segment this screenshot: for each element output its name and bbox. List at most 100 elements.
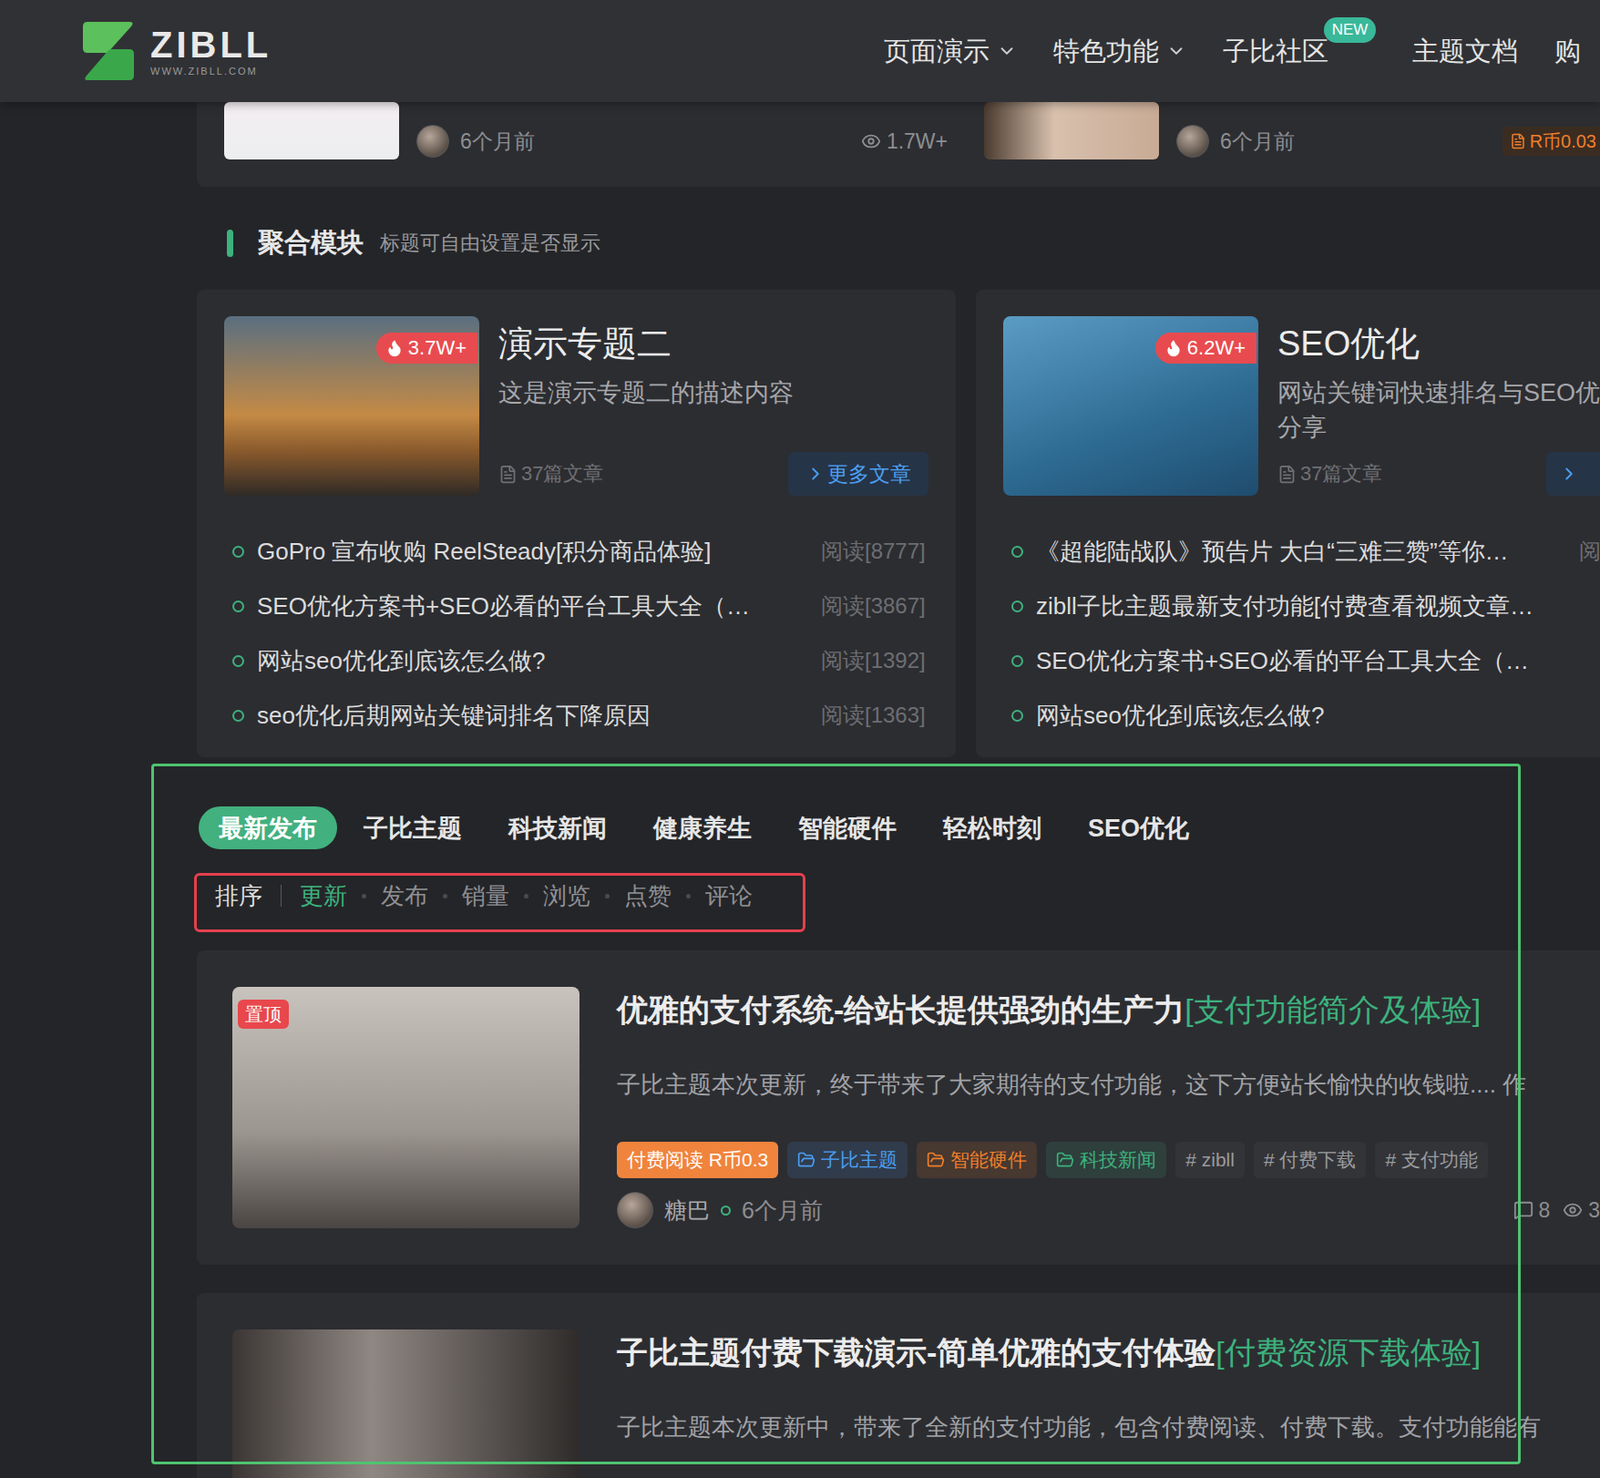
topic-row[interactable]: seo优化后期网站关键词排名下降原因阅读[1363] <box>224 687 929 743</box>
tag-row: 付费阅读 R币0.3子比主题智能硬件科技新闻# zibll# 付费下载# 支付功… <box>616 1141 1600 1179</box>
post-thumbnail[interactable] <box>224 102 400 160</box>
nav-item[interactable]: 页面演示 <box>883 34 1017 68</box>
row-title: SEO优化方案书+SEO必看的平台工具大全（… <box>256 590 811 623</box>
tab[interactable]: 子比主题 <box>343 806 483 850</box>
tag-tag[interactable]: # 付费下载 <box>1253 1141 1367 1179</box>
logo[interactable]: ZIBLL WWW.ZIBLL.COM <box>79 18 272 84</box>
logo-url: WWW.ZIBLL.COM <box>150 66 272 77</box>
topic-desc: 网站关键词快速排名与SEO优分享 <box>1277 375 1600 445</box>
tab-section: 最新发布子比主题科技新闻健康养生智能硬件轻松时刻SEO优化排序更新发布销量浏览点… <box>196 763 1600 1478</box>
post-strip: 6个月前1.7W+ 6个月前R币0.03 <box>196 102 1600 187</box>
post-cover[interactable]: 置顶 <box>232 986 580 1229</box>
separator <box>686 893 691 899</box>
title-bar <box>226 229 234 257</box>
post-cover[interactable] <box>232 1329 580 1478</box>
chevron-down-icon <box>1166 41 1187 62</box>
bullet <box>232 709 245 722</box>
strip-post[interactable]: 6个月前1.7W+ <box>224 102 948 187</box>
separator <box>523 893 529 899</box>
tab[interactable]: 智能硬件 <box>778 806 917 850</box>
page: ZIBLL WWW.ZIBLL.COM 页面演示 特色功能 子比社区NEW 主题文档 购 6个… <box>0 0 1600 1478</box>
sort-option[interactable]: 浏览 <box>543 880 591 913</box>
highlight-frame <box>151 763 1521 1465</box>
sticky-badge: 置顶 <box>237 999 289 1029</box>
sort-option[interactable]: 评论 <box>705 880 753 913</box>
post-time: 6个月前 <box>460 127 535 156</box>
tab[interactable]: 健康养生 <box>633 806 772 850</box>
row-title: 网站seo优化到底该怎么做? <box>256 645 811 677</box>
comment-icon <box>1513 1200 1534 1221</box>
tag-tag[interactable]: # 支付功能 <box>1374 1141 1488 1179</box>
nav: 页面演示 特色功能 子比社区NEW 主题文档 购 <box>883 34 1581 68</box>
topic-title[interactable]: 演示专题二 <box>498 322 929 365</box>
topic-title[interactable]: SEO优化 <box>1277 322 1600 365</box>
post-time: 6个月前 <box>1220 127 1295 156</box>
sort-option[interactable]: 销量 <box>461 880 510 913</box>
author-name[interactable]: 糖巴 <box>664 1195 710 1226</box>
view-count: 3.9W <box>1562 1198 1600 1223</box>
more-button[interactable]: 更多文章 <box>788 451 929 496</box>
read-count: 阅读[3867] <box>820 591 929 621</box>
topic-row[interactable]: zibll子比主题最新支付功能[付费查看视频文章… <box>1003 578 1600 634</box>
separator <box>442 893 448 899</box>
article-count: 37篇文章 <box>498 460 604 488</box>
topic-desc: 这是演示专题二的描述内容 <box>498 375 929 411</box>
nav-item[interactable]: 购 <box>1554 34 1581 68</box>
sort-option[interactable]: 更新 <box>299 880 348 913</box>
category-tag[interactable]: 科技新闻 <box>1046 1141 1167 1179</box>
row-title: 网站seo优化到底该怎么做? <box>1035 699 1600 732</box>
price-tag[interactable]: 付费阅读 R币0.3 <box>616 1141 779 1179</box>
topic-cover[interactable]: 3.7W+ <box>224 316 480 496</box>
avatar[interactable] <box>1176 124 1210 158</box>
section-subtitle: 标题可自由设置是否显示 <box>379 229 601 257</box>
category-tag[interactable]: 子比主题 <box>787 1141 908 1179</box>
post-meta: 糖巴6个月前83.9W <box>616 1191 1600 1229</box>
post-card: 子比主题付费下载演示-简单优雅的支付体验[付费资源下载体验] 子比主题本次更新中，… <box>196 1292 1600 1478</box>
bullet <box>1011 545 1024 558</box>
nav-item[interactable]: 特色功能 <box>1053 34 1187 68</box>
document-icon <box>1277 464 1297 484</box>
nav-item[interactable]: 子比社区NEW <box>1222 34 1376 68</box>
flame-icon <box>385 338 404 358</box>
topic-row[interactable]: 《超能陆战队》预告片 大白“三难三赞”等你…阅 <box>1003 523 1600 579</box>
logo-name: ZIBLL <box>150 26 272 63</box>
nav-item[interactable]: 主题文档 <box>1412 34 1518 68</box>
category-tag[interactable]: 智能硬件 <box>916 1141 1037 1179</box>
sort-option[interactable]: 发布 <box>380 880 429 913</box>
topic-row[interactable]: GoPro 宣布收购 ReelSteady[积分商品体验] 阅读[8777] <box>224 523 929 579</box>
eye-icon <box>861 131 882 152</box>
sort-option[interactable]: 点赞 <box>624 880 672 913</box>
tab[interactable]: 轻松时刻 <box>923 806 1062 850</box>
more-button[interactable] <box>1546 451 1600 496</box>
bullet <box>1011 600 1024 613</box>
topic-cover[interactable]: 6.2W+ <box>1003 316 1259 496</box>
topic-row[interactable]: SEO优化方案书+SEO必看的平台工具大全（… <box>1003 633 1600 688</box>
post-excerpt: 子比主题本次更新中，带来了全新的支付功能，包含付费阅读、付费下载。支付功能能有 <box>616 1408 1600 1446</box>
hot-badge: 6.2W+ <box>1155 332 1257 364</box>
topic-list: 《超能陆战队》预告片 大白“三难三赞”等你…阅zibll子比主题最新支付功能[付… <box>1003 523 1600 743</box>
avatar[interactable] <box>616 1191 654 1229</box>
separator <box>361 893 367 899</box>
topic-row[interactable]: 网站seo优化到底该怎么做? 阅读[1392] <box>224 633 929 688</box>
separator <box>605 893 610 899</box>
tab[interactable]: 科技新闻 <box>488 806 627 850</box>
post-title[interactable]: 优雅的支付系统-给站长提供强劲的生产力[支付功能简介及体验] <box>616 989 1600 1030</box>
row-title: GoPro 宣布收购 ReelSteady[积分商品体验] <box>256 535 811 568</box>
paid-icon <box>1509 133 1527 150</box>
post-thumbnail[interactable] <box>984 102 1159 160</box>
post-title[interactable]: 子比主题付费下载演示-简单优雅的支付体验[付费资源下载体验] <box>616 1332 1600 1373</box>
folder-icon <box>926 1150 945 1170</box>
read-count: 阅读[8777] <box>820 536 929 566</box>
tab[interactable]: SEO优化 <box>1067 806 1210 850</box>
tag-tag[interactable]: # zibll <box>1175 1141 1245 1179</box>
strip-post[interactable]: 6个月前R币0.03 <box>984 102 1600 187</box>
topic-row[interactable]: 网站seo优化到底该怎么做? <box>1003 687 1600 743</box>
new-badge: NEW <box>1323 17 1377 43</box>
tab[interactable]: 最新发布 <box>198 806 338 850</box>
avatar[interactable] <box>416 124 450 158</box>
read-count: 阅读[1363] <box>820 700 929 730</box>
bullet <box>1011 709 1024 722</box>
topic-row[interactable]: SEO优化方案书+SEO必看的平台工具大全（… 阅读[3867] <box>224 578 929 634</box>
bullet <box>232 545 245 558</box>
read-count: 阅读[1392] <box>820 646 929 676</box>
